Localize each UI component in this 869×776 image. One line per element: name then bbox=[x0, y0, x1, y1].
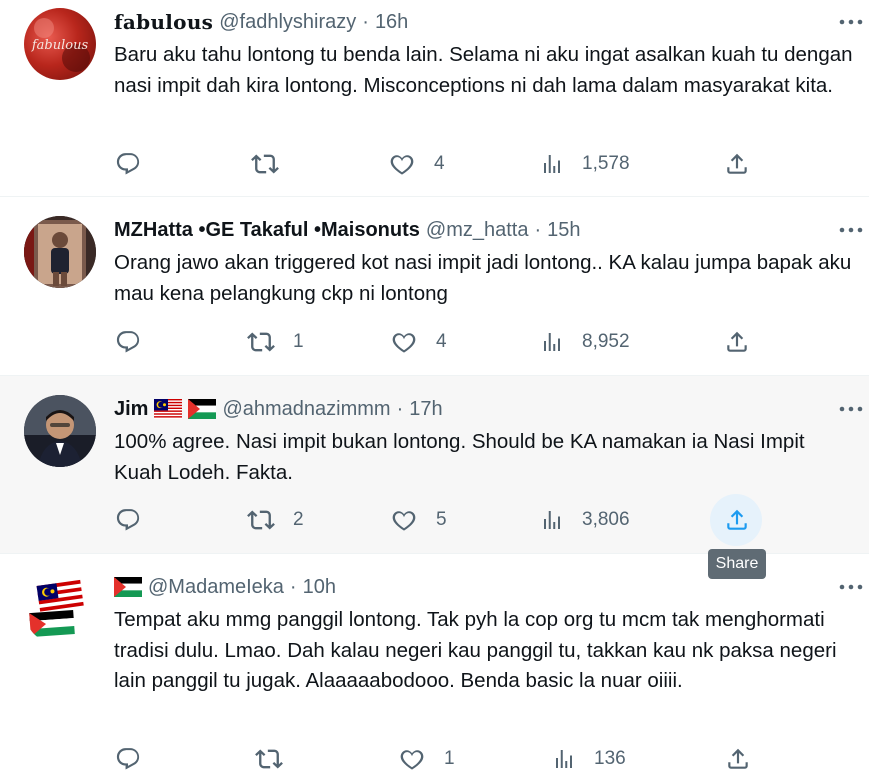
tweet[interactable]: MZHatta •GE Takaful •Maisonuts @mz_hatta… bbox=[0, 197, 869, 376]
like-count: 1 bbox=[444, 748, 455, 769]
share-icon bbox=[727, 153, 747, 174]
views-icon bbox=[544, 155, 560, 173]
display-name[interactable]: Jim bbox=[114, 398, 148, 421]
share-tooltip: Share bbox=[708, 549, 766, 579]
tweet-header: fabulous @fadhlyshirazy · 16h bbox=[114, 8, 408, 36]
share-icon bbox=[728, 748, 748, 769]
user-handle[interactable]: @ahmadnazimmm bbox=[222, 398, 390, 421]
user-handle[interactable]: @mz_hatta bbox=[426, 219, 529, 242]
like-icon bbox=[400, 750, 424, 770]
more-icon[interactable] bbox=[837, 12, 865, 32]
tweet-actions: 1 136 bbox=[0, 739, 869, 776]
like-count: 4 bbox=[436, 331, 447, 352]
timestamp[interactable]: 16h bbox=[375, 11, 408, 34]
avatar[interactable] bbox=[24, 573, 96, 645]
views-icon bbox=[556, 750, 572, 768]
tweet-header: Jim @ahmadnazimmm · 17h bbox=[114, 395, 443, 423]
share-button[interactable] bbox=[724, 144, 750, 184]
tweet-text: Orang jawo akan triggered kot nasi impit… bbox=[114, 251, 852, 305]
reply-icon bbox=[116, 748, 140, 770]
timestamp[interactable]: 17h bbox=[409, 398, 442, 421]
retweet-icon bbox=[247, 332, 275, 352]
views-button[interactable]: 8,952 bbox=[540, 322, 630, 362]
like-button[interactable]: 1 bbox=[398, 739, 455, 776]
reply-icon bbox=[116, 153, 140, 175]
reply-button[interactable] bbox=[115, 739, 159, 776]
like-count: 5 bbox=[436, 509, 447, 530]
avatar[interactable]: fabulous bbox=[24, 8, 96, 80]
separator-dot: · bbox=[289, 575, 297, 598]
views-count: 136 bbox=[594, 748, 626, 769]
avatar[interactable] bbox=[24, 395, 96, 467]
tweet-header: MZHatta •GE Takaful •Maisonuts @mz_hatta… bbox=[114, 216, 581, 244]
retweet-icon bbox=[251, 154, 279, 174]
tweet-actions: 1 4 8,952 bbox=[0, 322, 869, 362]
palestine-flag-icon bbox=[188, 399, 217, 419]
like-icon bbox=[390, 155, 414, 175]
tweet-text: 100% agree. Nasi impit bukan lontong. Sh… bbox=[114, 430, 805, 484]
retweet-icon bbox=[247, 510, 275, 530]
views-icon bbox=[544, 333, 560, 351]
more-icon[interactable] bbox=[837, 399, 865, 419]
views-count: 1,578 bbox=[582, 153, 630, 174]
more-icon[interactable] bbox=[837, 220, 865, 240]
views-button[interactable]: 3,806 bbox=[540, 500, 630, 540]
share-icon bbox=[727, 509, 747, 530]
like-button[interactable]: 4 bbox=[390, 322, 447, 362]
tweet-text: Tempat aku mmg panggil lontong. Tak pyh … bbox=[114, 608, 837, 692]
separator-dot: · bbox=[534, 218, 542, 241]
user-handle[interactable]: @MadameIeka bbox=[148, 576, 284, 599]
user-handle[interactable]: @fadhlyshirazy bbox=[219, 11, 356, 34]
tweet[interactable]: Jim @ahmadnazimmm · 17h 100% agree. Nasi… bbox=[0, 376, 869, 554]
tweet-actions: 2 5 3,806 bbox=[0, 494, 869, 546]
avatar[interactable] bbox=[24, 216, 96, 288]
more-icon[interactable] bbox=[837, 577, 865, 597]
retweet-count: 1 bbox=[293, 331, 304, 352]
timestamp[interactable]: 15h bbox=[547, 219, 580, 242]
tweet-actions: 4 1,578 bbox=[0, 144, 869, 184]
retweet-button[interactable] bbox=[255, 739, 301, 776]
views-icon bbox=[544, 511, 560, 529]
tweet-feed: fabulous fabulous @fadhlyshirazy · 16h B… bbox=[0, 0, 869, 776]
reply-button[interactable] bbox=[115, 500, 159, 540]
like-icon bbox=[392, 333, 416, 353]
share-button[interactable] bbox=[710, 494, 762, 546]
reply-icon bbox=[116, 509, 140, 531]
views-count: 8,952 bbox=[582, 331, 630, 352]
avatar-logo-text: fabulous bbox=[31, 38, 89, 53]
palestine-flag-icon bbox=[114, 577, 142, 597]
retweet-icon bbox=[255, 749, 283, 769]
retweet-button[interactable]: 2 bbox=[247, 500, 304, 540]
malaysia-flag-icon bbox=[154, 399, 183, 419]
tweet-text: Baru aku tahu lontong tu benda lain. Sel… bbox=[114, 43, 853, 97]
retweet-button[interactable] bbox=[251, 144, 297, 184]
like-button[interactable]: 4 bbox=[388, 144, 445, 184]
like-button[interactable]: 5 bbox=[390, 500, 447, 540]
reply-icon bbox=[116, 331, 140, 353]
views-button[interactable]: 136 bbox=[552, 739, 626, 776]
like-icon bbox=[392, 511, 416, 531]
display-name[interactable]: MZHatta •GE Takaful •Maisonuts bbox=[114, 219, 420, 242]
share-button[interactable] bbox=[725, 739, 751, 776]
tweet[interactable]: fabulous fabulous @fadhlyshirazy · 16h B… bbox=[0, 0, 869, 197]
reply-button[interactable] bbox=[115, 144, 159, 184]
views-button[interactable]: 1,578 bbox=[540, 144, 630, 184]
separator-dot: · bbox=[396, 397, 404, 420]
views-count: 3,806 bbox=[582, 509, 630, 530]
share-button[interactable] bbox=[724, 322, 750, 362]
retweet-button[interactable]: 1 bbox=[247, 322, 304, 362]
like-count: 4 bbox=[434, 153, 445, 174]
tweet[interactable]: @MadameIeka · 10h Tempat aku mmg panggil… bbox=[0, 554, 869, 776]
share-icon bbox=[727, 331, 747, 352]
timestamp[interactable]: 10h bbox=[303, 576, 336, 599]
display-name[interactable]: fabulous bbox=[114, 10, 213, 34]
tweet-header: @MadameIeka · 10h bbox=[114, 573, 336, 601]
retweet-count: 2 bbox=[293, 509, 304, 530]
separator-dot: · bbox=[362, 10, 369, 33]
reply-button[interactable] bbox=[115, 322, 159, 362]
